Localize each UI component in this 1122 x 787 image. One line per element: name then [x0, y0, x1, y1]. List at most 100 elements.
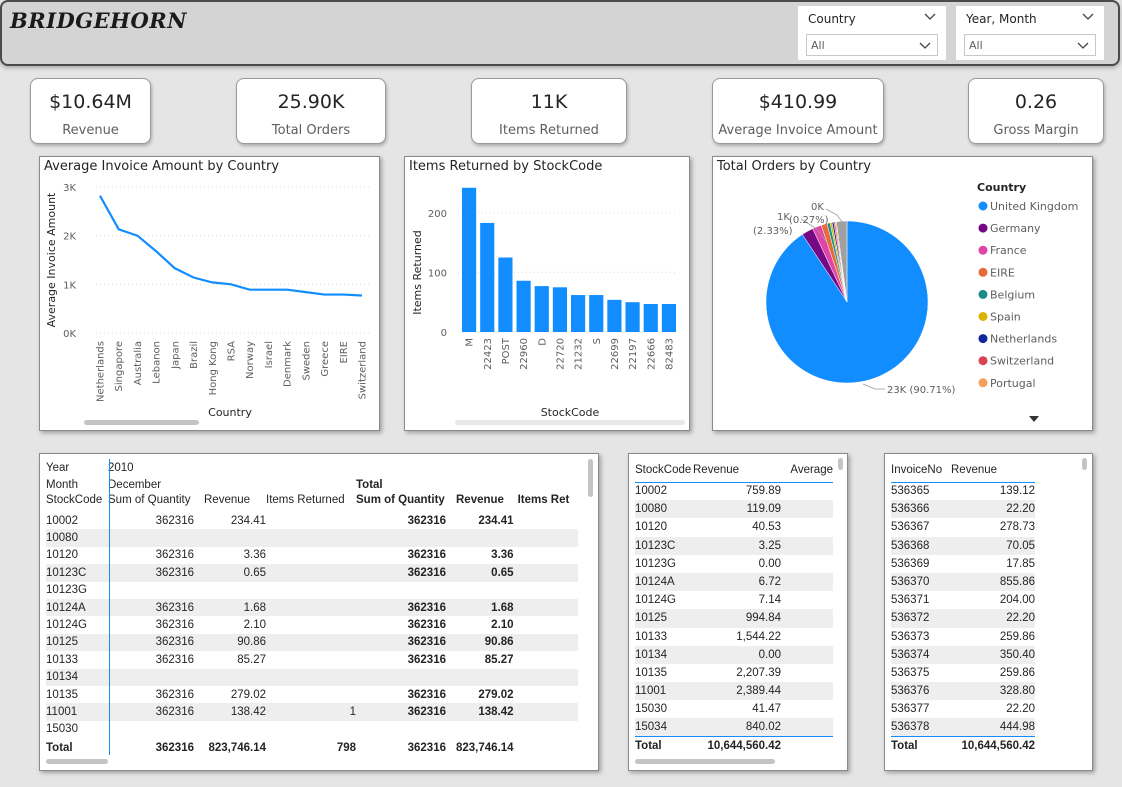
- table-row[interactable]: 10124A 362316 1.68 362316 1.68: [46, 598, 578, 617]
- table-row[interactable]: 10125 362316 90.86 362316 90.86: [46, 633, 578, 652]
- table-row[interactable]: 536377 22.20: [891, 700, 1035, 718]
- legend-label[interactable]: Spain: [990, 311, 1021, 324]
- vertical-scrollbar[interactable]: [838, 458, 843, 470]
- legend-label[interactable]: Belgium: [990, 288, 1035, 301]
- table-row[interactable]: 10123C 362316 0.65 362316 0.65: [46, 564, 578, 582]
- bar[interactable]: [498, 257, 513, 333]
- table-row[interactable]: 10135 362316 279.02 362316 279.02: [46, 686, 578, 703]
- invoice-revenue-table[interactable]: InvoiceNo Revenue 536365 139.12 536366 22.20 5…: [891, 458, 1035, 755]
- table-row[interactable]: 10080 119.09: [635, 500, 833, 519]
- table-row[interactable]: 536366 22.20: [891, 500, 1035, 519]
- legend-marker[interactable]: [978, 378, 988, 388]
- table-cell[interactable]: Average: [781, 458, 833, 483]
- legend-marker[interactable]: [978, 201, 988, 211]
- total-orders-pie-chart[interactable]: 23K (90.71%)1K(2.33%)0K(0.27%)CountryUni…: [713, 157, 1093, 431]
- table-cell[interactable]: Revenue: [693, 458, 781, 483]
- stockcode-revenue-table[interactable]: StockCode Revenue Average 10002 759.89 10080 1…: [635, 458, 833, 755]
- table-row[interactable]: 536376 328.80: [891, 682, 1035, 701]
- table-cell[interactable]: Revenue: [951, 458, 1035, 483]
- legend-label[interactable]: Switzerland: [990, 355, 1054, 368]
- table-row[interactable]: 536374 350.40: [891, 645, 1035, 664]
- legend-label[interactable]: Netherlands: [990, 333, 1057, 346]
- table-row[interactable]: 10124G 7.14: [635, 591, 833, 609]
- table-row[interactable]: 536370 855.86: [891, 572, 1035, 592]
- country-slicer[interactable]: Country All: [798, 6, 946, 60]
- bar[interactable]: [570, 295, 586, 332]
- table-row[interactable]: 10080: [46, 529, 578, 547]
- chevron-down-icon[interactable]: [1082, 10, 1094, 22]
- table-row[interactable]: 536375 259.86: [891, 664, 1035, 682]
- table-row[interactable]: 536371 204.00: [891, 591, 1035, 609]
- table-row[interactable]: 536373 259.86: [891, 628, 1035, 646]
- horizontal-scrollbar[interactable]: [84, 420, 199, 425]
- table-row[interactable]: 10125 994.84: [635, 609, 833, 628]
- table-row[interactable]: 10134: [46, 668, 578, 686]
- table-row[interactable]: 10123G 0.00: [635, 555, 833, 573]
- table-row[interactable]: 10133 1,544.22: [635, 628, 833, 646]
- table-row[interactable]: 536365 139.12: [891, 482, 1035, 500]
- year-month-dropdown[interactable]: All: [964, 34, 1096, 56]
- bar[interactable]: [552, 287, 568, 332]
- table-row[interactable]: 10123G: [46, 582, 578, 599]
- table-cell[interactable]: InvoiceNo: [891, 458, 951, 483]
- stockcode-matrix-panel[interactable]: Year 2010 Month December Total StockCode Sum o…: [39, 453, 599, 771]
- legend-marker[interactable]: [978, 312, 988, 321]
- legend-marker[interactable]: [978, 267, 988, 277]
- legend-label[interactable]: Portugal: [990, 377, 1036, 390]
- legend-label[interactable]: United Kingdom: [990, 200, 1078, 213]
- bar[interactable]: [480, 222, 495, 332]
- table-row[interactable]: 536378 444.98: [891, 718, 1035, 737]
- chevron-down-icon[interactable]: [919, 39, 931, 51]
- legend-scroll-down-icon[interactable]: [1029, 416, 1039, 422]
- horizontal-scrollbar[interactable]: [46, 759, 108, 764]
- table-row[interactable]: 10124G 362316 2.10 362316 2.10: [46, 616, 578, 633]
- bar[interactable]: [625, 302, 640, 332]
- chevron-down-icon[interactable]: [924, 10, 936, 22]
- bar[interactable]: [589, 295, 604, 332]
- stockcode-revenue-table-panel[interactable]: StockCode Revenue Average 10002 759.89 10080 1…: [628, 453, 848, 771]
- bar[interactable]: [607, 299, 622, 332]
- items-returned-bar-chart[interactable]: 0 100 200 Items Returned M 22423 POST 22960 D 227…: [405, 157, 690, 431]
- series-line[interactable]: [99, 195, 363, 297]
- table-row[interactable]: 15030 41.47: [635, 700, 833, 718]
- table-row[interactable]: 536369 17.85: [891, 555, 1035, 573]
- legend-label[interactable]: France: [990, 244, 1027, 257]
- avg-invoice-line-chart-panel[interactable]: Average Invoice Amount by Country 0K 1K 2K…: [39, 156, 380, 431]
- legend-label[interactable]: EIRE: [990, 266, 1015, 279]
- items-returned-bar-chart-panel[interactable]: Items Returned by StockCode 0 100 200 Items…: [404, 156, 690, 431]
- country-dropdown[interactable]: All: [806, 34, 938, 56]
- table-cell[interactable]: StockCode: [635, 458, 693, 483]
- vertical-scrollbar[interactable]: [588, 459, 593, 497]
- bar[interactable]: [516, 280, 531, 332]
- legend-marker[interactable]: [978, 245, 988, 255]
- table-row[interactable]: 15034 840.02: [635, 718, 833, 737]
- stockcode-matrix[interactable]: Year 2010 Month December Total StockCode Sum o…: [46, 459, 578, 758]
- bar[interactable]: [661, 303, 677, 332]
- bar[interactable]: [643, 303, 658, 332]
- legend-label[interactable]: Germany: [990, 222, 1041, 235]
- table-row[interactable]: 10124A 6.72: [635, 572, 833, 592]
- chevron-down-icon[interactable]: [1077, 39, 1089, 51]
- legend-marker[interactable]: [978, 334, 988, 344]
- vertical-scrollbar[interactable]: [1082, 458, 1087, 470]
- legend-marker[interactable]: [978, 356, 988, 366]
- year-month-slicer[interactable]: Year, Month All: [956, 6, 1104, 60]
- table-row[interactable]: 15030: [46, 721, 578, 738]
- table-row[interactable]: 10134 0.00: [635, 645, 833, 664]
- table-row[interactable]: 10120 362316 3.36 362316 3.36: [46, 547, 578, 564]
- bar[interactable]: [461, 187, 477, 332]
- bar[interactable]: [534, 286, 549, 332]
- total-orders-pie-chart-panel[interactable]: Total Orders by Country 23K (90.71%) 1K (2…: [712, 156, 1093, 431]
- horizontal-scrollbar[interactable]: [455, 420, 685, 425]
- table-row[interactable]: 10002 759.89: [635, 482, 833, 500]
- table-row[interactable]: 536367 278.73: [891, 518, 1035, 536]
- table-row[interactable]: 536372 22.20: [891, 609, 1035, 628]
- table-row[interactable]: 11001 2,389.44: [635, 682, 833, 701]
- table-row[interactable]: 11001 362316 138.42 1 362316 138.42: [46, 703, 578, 721]
- invoice-revenue-table-panel[interactable]: InvoiceNo Revenue 536365 139.12 536366 22.20 5…: [884, 453, 1093, 771]
- legend-marker[interactable]: [978, 223, 988, 233]
- table-row[interactable]: 10133 362316 85.27 362316 85.27: [46, 651, 578, 668]
- table-row[interactable]: 10123C 3.25: [635, 536, 833, 555]
- horizontal-scrollbar[interactable]: [635, 759, 775, 764]
- table-row[interactable]: 10135 2,207.39: [635, 664, 833, 682]
